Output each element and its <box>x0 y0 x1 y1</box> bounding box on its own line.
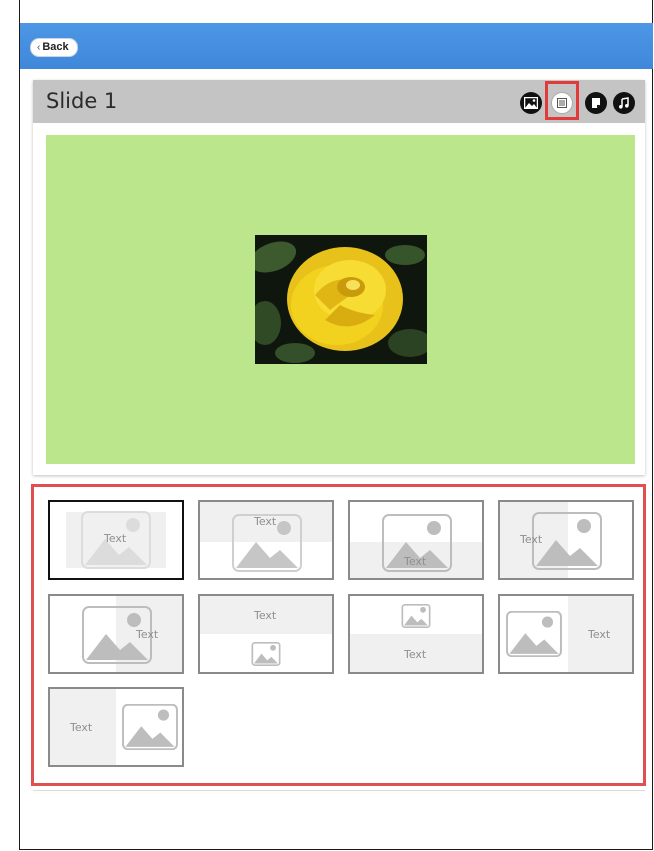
layout-option-9[interactable]: Text <box>48 687 184 767</box>
layout-icon <box>557 98 567 108</box>
top-nav-bar: ‹ Back <box>20 23 653 69</box>
image-placeholder-icon <box>122 704 178 750</box>
image-icon <box>524 97 538 109</box>
layout-text: Text <box>520 533 543 546</box>
layout-option-4[interactable]: Text <box>498 500 634 580</box>
layout-tool-button[interactable] <box>551 92 573 114</box>
text-tool-button[interactable] <box>585 92 607 114</box>
image-placeholder-icon <box>401 604 431 628</box>
layout-text: Text <box>404 555 427 568</box>
image-placeholder-icon <box>251 642 281 666</box>
layout-option-8[interactable]: Text <box>498 594 634 674</box>
layout-picker: Text Text Text Text Text Text Text Text … <box>31 484 646 786</box>
layout-text: Text <box>136 628 159 641</box>
music-icon <box>619 97 629 109</box>
layout-option-3[interactable]: Text <box>348 500 484 580</box>
image-tool-button[interactable] <box>520 92 542 114</box>
layout-text: Text <box>70 721 93 734</box>
layout-option-2[interactable]: Text <box>198 500 334 580</box>
layout-text: Text <box>254 609 277 622</box>
layout-text: Text <box>104 532 127 545</box>
layout-option-5[interactable]: Text <box>48 594 184 674</box>
image-placeholder-icon <box>532 512 602 570</box>
rose-image <box>249 235 432 364</box>
layout-text: Text <box>254 515 277 528</box>
rose-photo[interactable] <box>249 235 432 364</box>
slide-header: Slide 1 <box>33 80 645 123</box>
divider <box>33 790 645 791</box>
slide-editor-panel: Slide 1 <box>33 80 645 475</box>
layout-option-1[interactable]: Text <box>48 500 184 580</box>
text-icon <box>592 98 600 108</box>
layout-text: Text <box>404 648 427 661</box>
music-tool-button[interactable] <box>613 92 635 114</box>
back-button-label: Back <box>42 41 69 53</box>
layout-text: Text <box>588 628 611 641</box>
slide-title: Slide 1 <box>46 89 118 113</box>
chevron-left-icon: ‹ <box>37 42 41 53</box>
layout-option-6[interactable]: Text <box>198 594 334 674</box>
back-button[interactable]: ‹ Back <box>30 38 78 57</box>
slide-canvas[interactable] <box>46 135 635 464</box>
layout-option-7[interactable]: Text <box>348 594 484 674</box>
image-placeholder-icon <box>506 611 562 657</box>
